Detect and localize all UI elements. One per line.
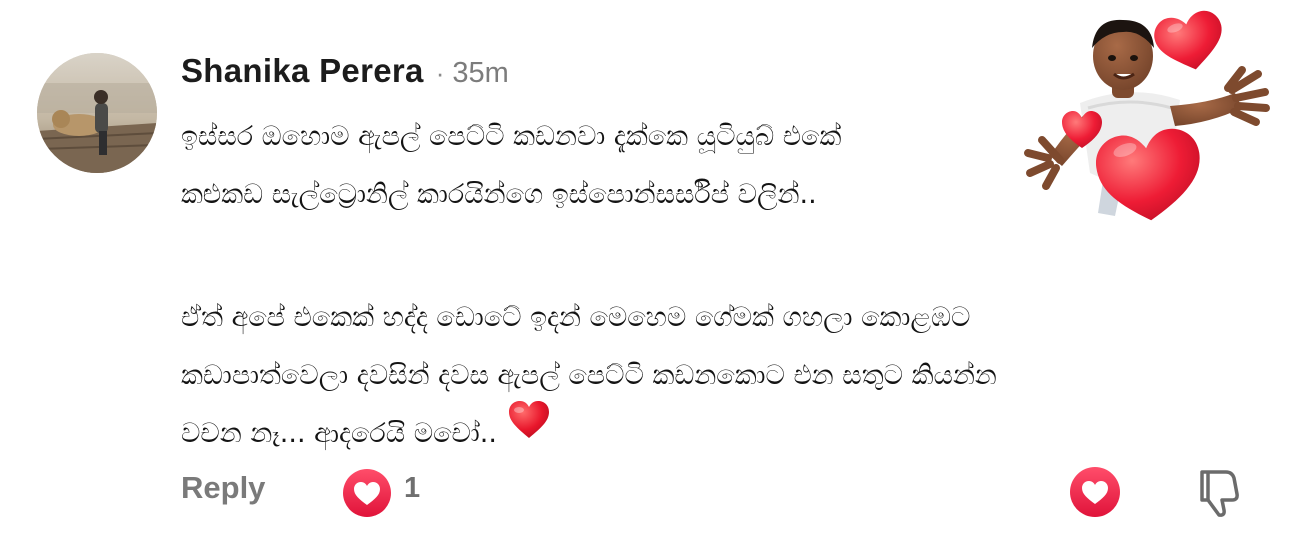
comment-line: ඉස්සර ඔහොම ඇපල් පෙට්ටි කඩනවා දැක්කෙ යූටි…: [181, 121, 842, 152]
author-name[interactable]: Shanika Perera: [181, 52, 424, 90]
reply-button[interactable]: Reply: [181, 470, 265, 506]
avatar-hearts-sticker[interactable]: [1020, 8, 1275, 230]
reaction-count[interactable]: 1: [404, 472, 420, 505]
comment: Shanika Perera · 35m ඉස්සර ඔහොම ඇපල් පෙට…: [0, 0, 1290, 558]
comment-line: ඒත් අපේ එකෙක් හද්ද ඩොටේ ඉදන් මෙහෙම ගේමක්…: [181, 302, 971, 333]
comment-line: කළුකඩ සැල්ට්‍රොනිල් කාරයින්ගෙ ඉස්පොන්සර්…: [181, 179, 817, 210]
comment-header: Shanika Perera · 35m: [181, 52, 509, 96]
separator-dot: ·: [435, 58, 445, 88]
red-heart-emoji-icon: [507, 400, 551, 461]
thumbs-down-icon[interactable]: [1194, 468, 1240, 518]
comment-body: ඉස්සර ඔහොම ඇපල් පෙට්ටි කඩනවා දැක්කෙ යූටි…: [181, 108, 1061, 463]
comment-actions: Reply 1: [0, 462, 1290, 518]
heart-reaction-icon[interactable]: [342, 468, 392, 518]
comment-line: කඩාපාත්වෙලා දවසින් දවස ඇපල් පෙට්ටි කඩනකො…: [181, 360, 997, 391]
heart-like-icon[interactable]: [1069, 466, 1121, 518]
comment-line-last: වචන නෑ... ආදරෙයි මචෝ..: [181, 401, 1061, 463]
timestamp[interactable]: 35m: [452, 57, 508, 90]
avatar[interactable]: [37, 53, 157, 173]
comment-line-text: වචන නෑ... ආදරෙයි මචෝ..: [181, 418, 497, 449]
avatar-photo: [37, 53, 157, 173]
